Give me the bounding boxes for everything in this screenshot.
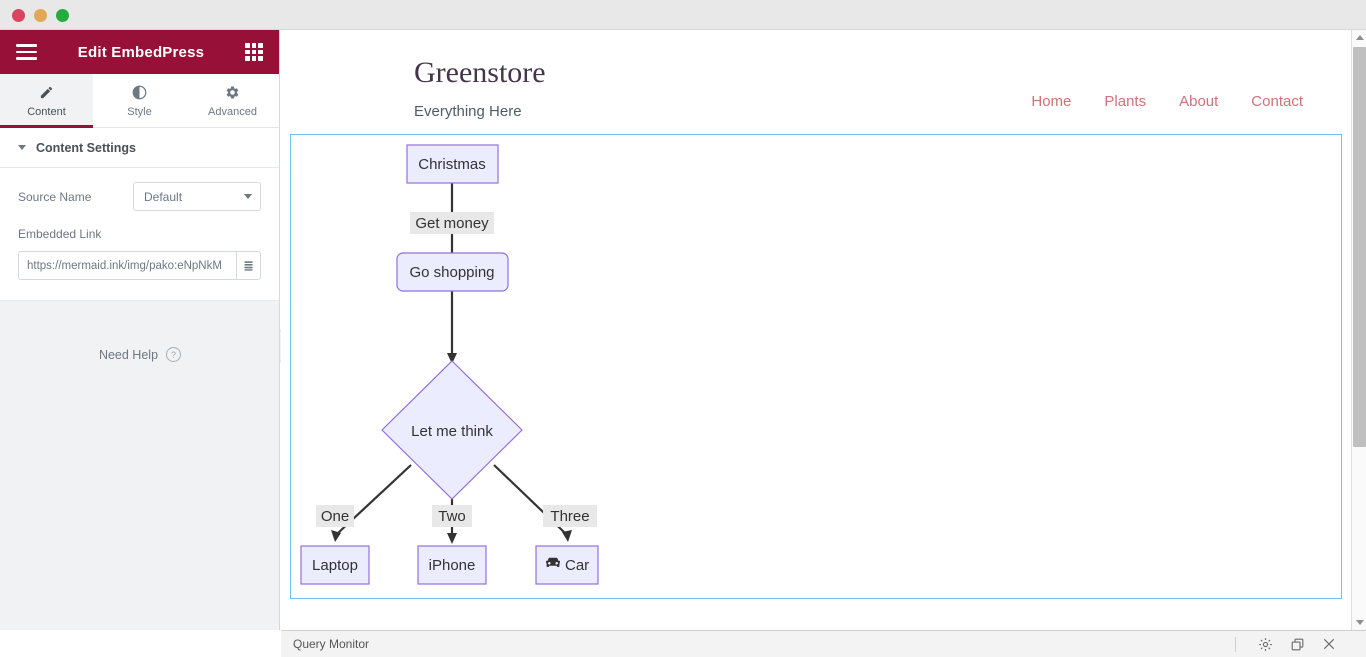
arrowhead-c-f bbox=[562, 530, 572, 542]
edge-label-three: Three bbox=[550, 508, 589, 525]
triangle-down-icon bbox=[1355, 620, 1364, 625]
divider bbox=[1235, 636, 1236, 652]
site-title: Greenstore bbox=[414, 56, 546, 89]
panel-tabs: Content Style Advanced bbox=[0, 74, 279, 128]
embedpress-widget-frame[interactable]: Get money One Two Three Christmas Go sho… bbox=[290, 134, 1342, 599]
embedded-link-input[interactable]: https://mermaid.ink/img/pako:eNpNkM bbox=[18, 251, 236, 280]
gear-icon bbox=[225, 84, 240, 101]
site-tagline: Everything Here bbox=[414, 103, 522, 120]
node-car[interactable]: Car bbox=[535, 545, 599, 585]
node-iphone-label: iPhone bbox=[429, 557, 476, 574]
window-close-button[interactable] bbox=[12, 9, 25, 22]
node-iphone[interactable]: iPhone bbox=[417, 545, 487, 585]
embedded-link-input-group: https://mermaid.ink/img/pako:eNpNkM bbox=[18, 251, 261, 280]
query-monitor-actions bbox=[1235, 635, 1360, 653]
tab-content[interactable]: Content bbox=[0, 74, 93, 128]
nav-item-plants[interactable]: Plants bbox=[1104, 93, 1146, 110]
app-window: Edit EmbedPress Content Style Advanced C… bbox=[0, 0, 1366, 657]
query-monitor-bar: Query Monitor bbox=[281, 630, 1366, 657]
node-let-me-think-label: Let me think bbox=[411, 423, 493, 440]
chevron-down-icon bbox=[18, 145, 26, 150]
elementor-panel: Edit EmbedPress Content Style Advanced C… bbox=[0, 30, 280, 630]
arrowhead-c-e bbox=[447, 533, 457, 544]
query-monitor-title[interactable]: Query Monitor bbox=[293, 637, 369, 651]
panel-title: Edit EmbedPress bbox=[77, 43, 205, 61]
edge-label-one: One bbox=[321, 508, 349, 525]
embedded-link-label: Embedded Link bbox=[18, 227, 102, 241]
site-preview: Greenstore Everything Here Home Plants A… bbox=[281, 30, 1351, 630]
site-nav: Home Plants About Contact bbox=[1031, 93, 1303, 110]
tab-content-label: Content bbox=[27, 105, 66, 118]
settings-gear-icon[interactable] bbox=[1256, 635, 1274, 653]
nav-item-contact[interactable]: Contact bbox=[1251, 93, 1303, 110]
node-christmas[interactable]: Christmas bbox=[406, 144, 499, 184]
tab-advanced-label: Advanced bbox=[208, 105, 257, 118]
source-name-select[interactable]: Default bbox=[133, 182, 261, 211]
content-settings-title: Content Settings bbox=[36, 140, 136, 155]
nav-item-about[interactable]: About bbox=[1179, 93, 1218, 110]
panel-header: Edit EmbedPress bbox=[0, 30, 279, 74]
node-laptop[interactable]: Laptop bbox=[300, 545, 370, 585]
list-icon[interactable] bbox=[236, 251, 261, 280]
scrollbar-up-button[interactable] bbox=[1352, 30, 1366, 45]
source-name-label: Source Name bbox=[18, 189, 92, 204]
traffic-lights bbox=[12, 9, 69, 22]
node-go-shopping[interactable]: Go shopping bbox=[396, 252, 509, 292]
close-icon[interactable] bbox=[1320, 635, 1338, 653]
node-car-label: Car bbox=[565, 557, 589, 574]
source-name-row: Source Name Default bbox=[18, 182, 261, 211]
window-minimize-button[interactable] bbox=[34, 9, 47, 22]
mermaid-svg: Get money One Two Three Christmas Go sho… bbox=[300, 144, 599, 585]
need-help-label: Need Help bbox=[98, 347, 159, 362]
tab-style[interactable]: Style bbox=[93, 74, 186, 127]
content-settings-section-header[interactable]: Content Settings bbox=[0, 128, 279, 168]
contrast-icon bbox=[132, 84, 147, 101]
tab-advanced[interactable]: Advanced bbox=[186, 74, 279, 127]
pencil-icon bbox=[39, 84, 54, 101]
edge-label-two: Two bbox=[438, 508, 466, 525]
need-help-link[interactable]: Need Help ? bbox=[0, 347, 280, 362]
window-zoom-button[interactable] bbox=[56, 9, 69, 22]
node-christmas-label: Christmas bbox=[418, 156, 486, 173]
preview-scrollbar[interactable] bbox=[1351, 30, 1366, 630]
scrollbar-thumb[interactable] bbox=[1353, 47, 1366, 447]
tab-style-label: Style bbox=[127, 105, 152, 118]
question-circle-icon: ? bbox=[166, 347, 182, 362]
source-name-value: Default bbox=[144, 189, 183, 204]
hamburger-icon[interactable] bbox=[16, 44, 37, 60]
embedded-link-row: Embedded Link https://mermaid.ink/img/pa… bbox=[18, 227, 261, 280]
node-let-me-think[interactable]: Let me think bbox=[381, 360, 523, 500]
triangle-up-icon bbox=[1355, 35, 1364, 40]
chevron-down-icon bbox=[244, 194, 252, 199]
site-brand: Greenstore Everything Here bbox=[414, 56, 546, 120]
nav-item-home[interactable]: Home bbox=[1031, 93, 1071, 110]
grid-icon[interactable] bbox=[244, 43, 263, 61]
window-titlebar bbox=[0, 0, 1366, 30]
scrollbar-down-button[interactable] bbox=[1352, 615, 1366, 630]
restore-window-icon[interactable] bbox=[1288, 635, 1306, 653]
mermaid-diagram: Get money One Two Three Christmas Go sho… bbox=[291, 135, 1341, 598]
node-laptop-label: Laptop bbox=[312, 557, 358, 574]
edge-label-get-money: Get money bbox=[415, 215, 489, 232]
site-header: Greenstore Everything Here Home Plants A… bbox=[281, 30, 1351, 120]
content-settings-controls: Source Name Default Embedded Link https:… bbox=[0, 168, 279, 301]
node-go-shopping-label: Go shopping bbox=[409, 264, 494, 281]
